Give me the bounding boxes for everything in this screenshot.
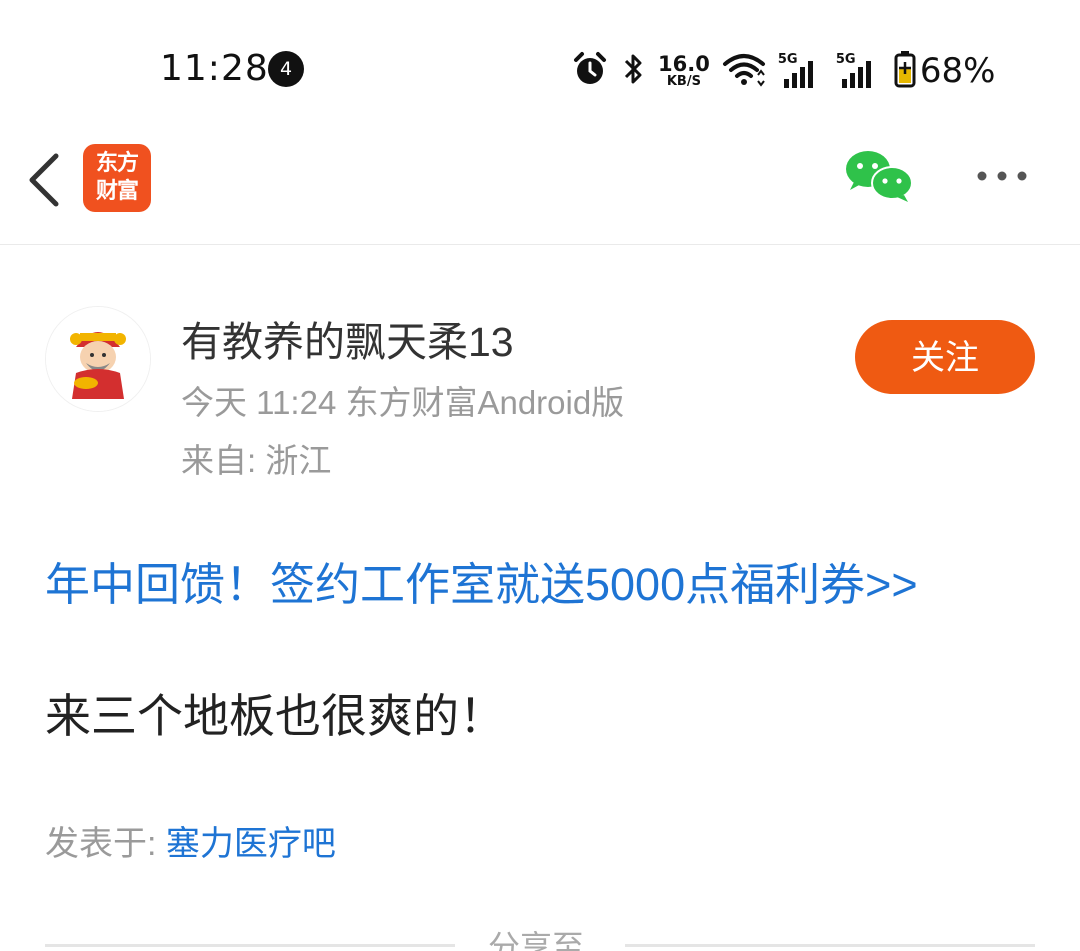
- post-meta: 今天 11:24 东方财富Android版: [181, 384, 625, 421]
- signal-sim2-icon: 5G: [836, 52, 882, 88]
- signal-sim1-icon: 5G: [778, 52, 824, 88]
- posted-in: 发表于: 塞力医疗吧: [45, 816, 336, 865]
- wifi-icon: [722, 51, 766, 91]
- logo-line-1: 东方: [95, 151, 139, 176]
- speed-value: 16.0: [658, 52, 710, 76]
- wechat-share-button[interactable]: [844, 148, 914, 204]
- speed-unit: KB/S: [666, 74, 701, 89]
- status-bar: 11:28 4 16.0 KB/S 5G 5G 68%: [0, 0, 1080, 130]
- god-of-wealth-avatar-image: [46, 307, 150, 411]
- bluetooth-icon: [620, 51, 646, 91]
- forum-link[interactable]: 塞力医疗吧: [166, 825, 336, 863]
- share-label: 分享至: [488, 929, 585, 951]
- status-icons: 16.0 KB/S 5G 5G 68%: [572, 46, 995, 96]
- logo-line-2: 财富: [95, 179, 139, 204]
- eastmoney-logo: 东方 财富: [83, 144, 151, 212]
- share-divider-left: [45, 944, 455, 947]
- posted-in-label: 发表于:: [45, 825, 166, 863]
- follow-button[interactable]: 关注: [855, 320, 1035, 394]
- promo-link[interactable]: 年中回馈！签约工作室就送5000点福利券>>: [45, 548, 918, 613]
- author-header: 有教养的飘天柔13 今天 11:24 东方财富Android版 来自: 浙江 关…: [0, 290, 1080, 490]
- share-divider-right: [625, 944, 1035, 947]
- post-location: 来自: 浙江: [181, 442, 332, 479]
- more-options-button[interactable]: [972, 166, 1032, 186]
- post-body-text: 来三个地板也很爽的！: [45, 690, 505, 742]
- battery: 68%: [894, 50, 996, 92]
- more-icon: [977, 171, 1027, 181]
- top-nav-bar: 东方 财富: [0, 130, 1080, 245]
- battery-icon: [894, 50, 916, 92]
- notification-badge: 4: [268, 51, 304, 87]
- share-section: 分享至: [0, 914, 1080, 951]
- network-speed: 16.0 KB/S: [658, 52, 710, 89]
- author-name[interactable]: 有教养的飘天柔13: [181, 308, 514, 368]
- chevron-left-icon: [29, 153, 59, 207]
- avatar[interactable]: [45, 306, 151, 412]
- wechat-icon: [846, 151, 913, 202]
- status-time: 11:28: [160, 48, 269, 89]
- battery-percent: 68%: [919, 51, 996, 91]
- alarm-icon: [572, 51, 608, 91]
- back-button[interactable]: [24, 150, 64, 210]
